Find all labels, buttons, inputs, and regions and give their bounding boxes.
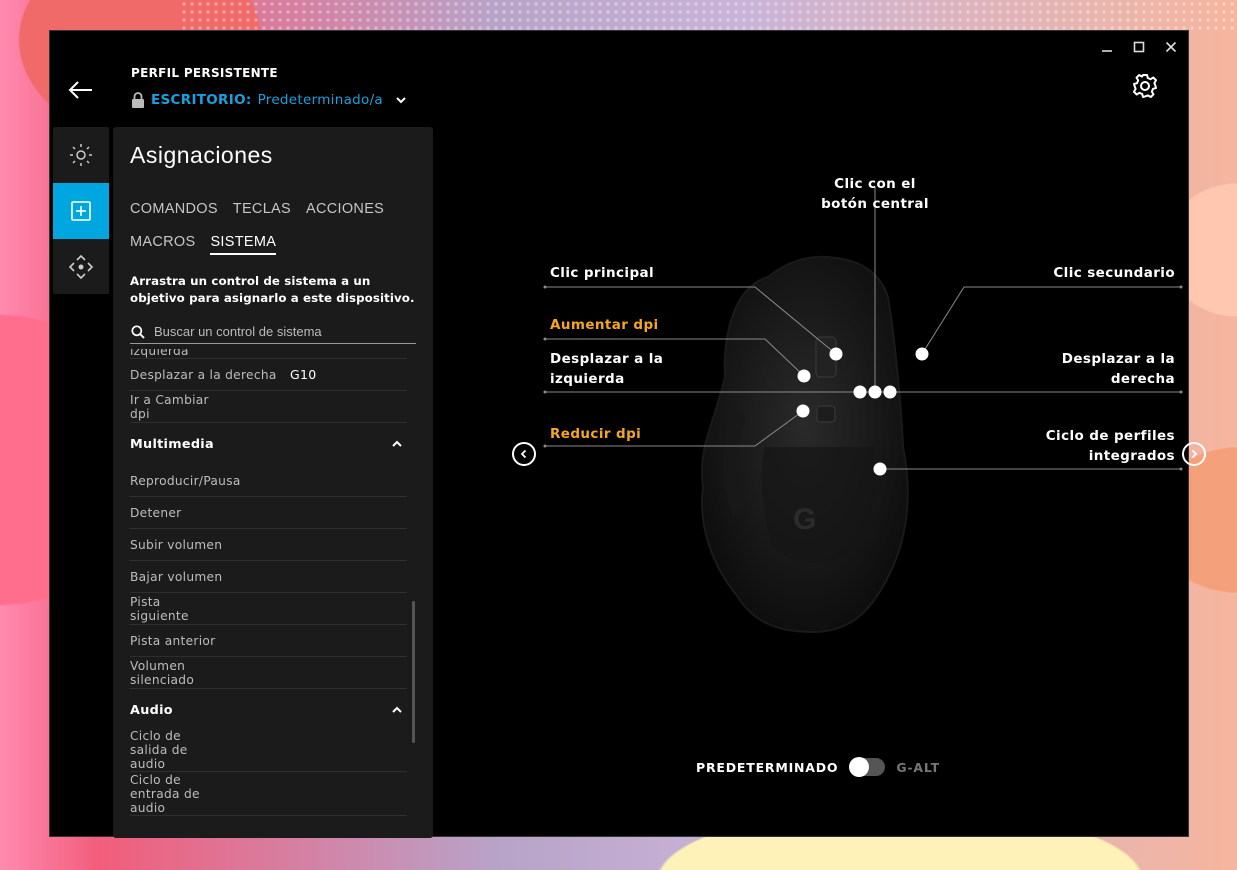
list-item[interactable]: Reproducir/Pausa bbox=[130, 465, 406, 497]
list-item[interactable]: Pista siguiente bbox=[130, 593, 406, 625]
tab-commands[interactable]: COMANDOS bbox=[130, 201, 218, 220]
list-item[interactable]: Ir a Cambiar dpi bbox=[130, 391, 406, 423]
list-item[interactable]: Ciclo de entrada de audio bbox=[130, 772, 406, 816]
mouse-diagram: G bbox=[543, 187, 1183, 634]
profile-name: Predeterminado/a bbox=[257, 92, 383, 108]
previous-view-button[interactable] bbox=[512, 442, 536, 466]
list-item[interactable]: Ciclo de salida de audio bbox=[130, 728, 406, 772]
svg-text:G: G bbox=[793, 503, 816, 536]
list-item[interactable]: izquierda bbox=[130, 349, 406, 359]
profile-kind: ESCRITORIO: bbox=[151, 92, 252, 108]
settings-gear-icon[interactable] bbox=[1132, 73, 1158, 99]
assignment-tabs: COMANDOS TECLAS ACCIONES MACROS SISTEMA bbox=[130, 201, 420, 269]
nav-dpi[interactable] bbox=[53, 239, 109, 295]
nav-lighting[interactable] bbox=[53, 127, 109, 183]
section-audio[interactable]: Audio bbox=[130, 689, 406, 731]
list-scrollbar[interactable] bbox=[412, 601, 415, 743]
label-profile-cycle[interactable]: Ciclo de perfiles integrados bbox=[1025, 426, 1175, 466]
window-controls bbox=[1098, 39, 1180, 55]
close-icon bbox=[1165, 41, 1177, 53]
label-secondary-click[interactable]: Clic secundario bbox=[993, 263, 1175, 283]
panel-title: Asignaciones bbox=[130, 142, 273, 168]
search-input[interactable] bbox=[154, 324, 404, 339]
label-dpi-down[interactable]: Reducir dpi bbox=[550, 424, 641, 444]
system-controls-list: izquierda Desplazar a la derecha G10 Ir … bbox=[130, 349, 406, 838]
galt-toggle[interactable] bbox=[849, 757, 886, 777]
tab-macros[interactable]: MACROS bbox=[130, 234, 195, 255]
left-nav-rail bbox=[53, 127, 109, 294]
chevron-down-icon bbox=[396, 97, 406, 104]
minimize-button[interactable] bbox=[1098, 39, 1116, 55]
label-scroll-right[interactable]: Desplazar a la derecha bbox=[1045, 349, 1175, 389]
chevron-right-icon bbox=[1191, 449, 1198, 459]
list-item[interactable]: Subir volumen bbox=[130, 529, 406, 561]
list-item[interactable]: Volumen silenciado bbox=[130, 657, 406, 689]
profile-selector[interactable]: ESCRITORIO: Predeterminado/a bbox=[131, 92, 407, 108]
section-multimedia[interactable]: Multimedia bbox=[130, 423, 406, 465]
toggle-left-label: PREDETERMINADO bbox=[696, 759, 839, 775]
maximize-icon bbox=[1133, 41, 1145, 53]
chevron-left-icon bbox=[520, 449, 527, 459]
list-item[interactable]: Detener bbox=[130, 497, 406, 529]
galt-toggle-group: PREDETERMINADO G-ALT bbox=[696, 757, 940, 777]
close-button[interactable] bbox=[1162, 39, 1180, 55]
label-scroll-left[interactable]: Desplazar a la izquierda bbox=[550, 349, 680, 389]
minimize-icon bbox=[1102, 50, 1112, 52]
profile-label: PERFIL PERSISTENTE bbox=[131, 66, 278, 80]
chevron-up-icon bbox=[392, 706, 402, 713]
mouse-stage: G Clic con el botón central Clic princip… bbox=[433, 127, 1206, 838]
lighting-sun-icon bbox=[70, 144, 92, 166]
back-arrow-icon[interactable] bbox=[68, 79, 94, 101]
ghub-window: PERFIL PERSISTENTE ESCRITORIO: Predeterm… bbox=[49, 30, 1206, 838]
mouse-body: G bbox=[701, 255, 909, 634]
toggle-knob bbox=[849, 757, 870, 777]
toggle-right-label: G-ALT bbox=[896, 759, 940, 775]
assigned-key-badge: G10 bbox=[290, 367, 317, 382]
lock-icon bbox=[132, 92, 144, 108]
assignments-panel: Asignaciones COMANDOS TECLAS ACCIONES MA… bbox=[113, 127, 433, 838]
nav-assignments[interactable] bbox=[53, 183, 109, 239]
next-view-button[interactable] bbox=[1182, 442, 1206, 466]
label-dpi-up[interactable]: Aumentar dpi bbox=[550, 315, 659, 335]
list-item-scroll-right[interactable]: Desplazar a la derecha G10 bbox=[130, 359, 406, 391]
dpi-move-icon bbox=[68, 254, 94, 280]
tab-keys[interactable]: TECLAS bbox=[233, 201, 291, 220]
list-item[interactable]: Bajar volumen bbox=[130, 561, 406, 593]
label-middle-click[interactable]: Clic con el botón central bbox=[809, 174, 941, 214]
search-icon bbox=[131, 324, 145, 339]
tab-system[interactable]: SISTEMA bbox=[210, 234, 277, 255]
assignments-plus-icon bbox=[71, 201, 91, 221]
list-item[interactable]: Pista anterior bbox=[130, 625, 406, 657]
label-primary-click[interactable]: Clic principal bbox=[550, 263, 654, 283]
tab-actions[interactable]: ACCIONES bbox=[306, 201, 384, 220]
instructions-text: Arrastra un control de sistema a un obje… bbox=[130, 274, 415, 305]
chevron-up-icon bbox=[392, 440, 402, 447]
search-bar bbox=[130, 320, 416, 344]
maximize-button[interactable] bbox=[1130, 39, 1148, 55]
